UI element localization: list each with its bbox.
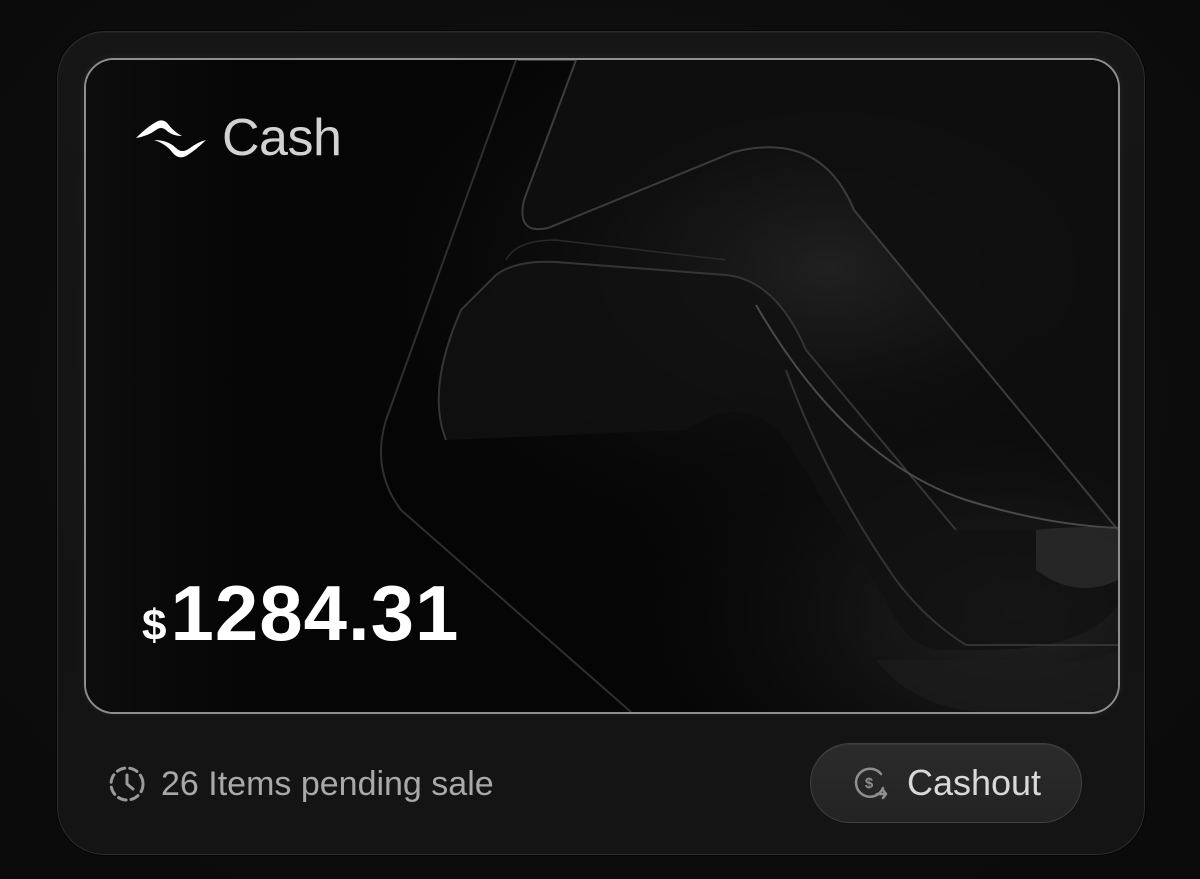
currency-symbol: $ (142, 601, 167, 650)
svg-text:$: $ (865, 775, 874, 792)
brand-name: Cash (222, 109, 342, 167)
cashout-button[interactable]: $ Cashout (810, 743, 1082, 823)
pending-sale-status: 26 Items pending sale (107, 764, 494, 804)
balance-amount: 1284.31 (170, 569, 460, 657)
pending-sale-text: 26 Items pending sale (161, 765, 494, 803)
cash-card: Cash $ 1284.31 (84, 58, 1120, 714)
brand: Cash (134, 109, 342, 167)
cashout-label: Cashout (906, 762, 1042, 803)
balance-display: $ 1284.31 (142, 568, 459, 659)
wave-logo-icon (136, 120, 206, 158)
dollar-exchange-icon: $ (854, 767, 888, 800)
clock-dashed-icon (109, 766, 145, 802)
